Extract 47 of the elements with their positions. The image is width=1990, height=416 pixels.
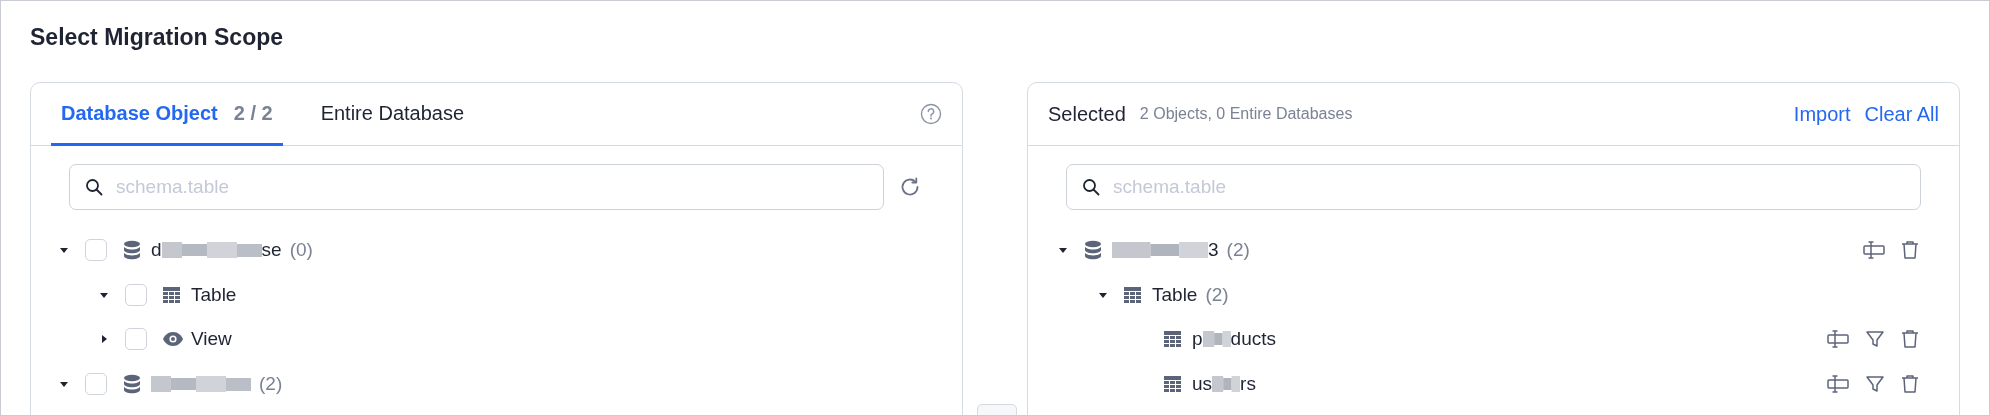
help-icon[interactable] (920, 103, 942, 125)
tree-item-label[interactable]: Table (191, 283, 237, 306)
action-link[interactable]: Import (1793, 102, 1851, 126)
filter-icon[interactable] (1865, 373, 1885, 394)
search-field[interactable]: schema.table (1066, 164, 1921, 210)
database-icon (123, 240, 141, 261)
tree-item-label[interactable]: Table (1152, 283, 1198, 306)
delete-icon[interactable] (1901, 240, 1919, 261)
search-icon (1082, 178, 1100, 196)
checkbox[interactable] (125, 283, 147, 306)
tab[interactable]: Database Object 2 / 2 (51, 83, 283, 146)
caret-icon[interactable] (99, 334, 109, 345)
filter-icon[interactable] (1865, 329, 1885, 350)
tree-item-label[interactable]: d (151, 239, 162, 262)
action-link[interactable]: Clear All (1864, 102, 1939, 126)
database-icon (1084, 240, 1102, 261)
item-count: (2) (259, 372, 283, 395)
rename-icon[interactable] (1863, 240, 1885, 261)
database-icon (123, 373, 141, 394)
item-count: (2) (1205, 283, 1229, 306)
rename-icon[interactable] (1827, 373, 1849, 394)
delete-icon[interactable] (1901, 373, 1919, 394)
checkbox[interactable] (85, 239, 107, 262)
table-icon (1164, 331, 1181, 348)
tab[interactable]: Entire Database (310, 83, 475, 146)
tree-item-label[interactable]: p (1192, 328, 1203, 351)
page-title: Select Migration Scope (30, 23, 285, 52)
item-count: (0) (289, 239, 313, 262)
tree-item-label[interactable]: View (191, 328, 232, 351)
panel-title: Selected (1048, 102, 1126, 126)
selection-summary: 2 Objects, 0 Entire Databases (1139, 105, 1353, 123)
table-icon (1164, 375, 1181, 392)
table-icon (1124, 286, 1141, 303)
delete-icon[interactable] (1901, 329, 1919, 350)
tree-item-label[interactable]: se (261, 239, 282, 262)
tree-item-label[interactable]: us (1192, 372, 1213, 395)
checkbox[interactable] (85, 372, 107, 395)
item-count: (2) (1226, 239, 1250, 262)
rename-icon[interactable] (1827, 329, 1849, 350)
search-field[interactable]: schema.table (69, 164, 884, 210)
search-icon (85, 178, 103, 196)
checkbox[interactable] (125, 328, 147, 351)
eye-icon (163, 332, 183, 347)
tree-item-label[interactable]: rs (1240, 372, 1256, 395)
table-icon (163, 286, 180, 303)
tree-item-label[interactable]: 3 (1208, 239, 1219, 262)
tree-item-label[interactable]: ducts (1230, 328, 1276, 351)
